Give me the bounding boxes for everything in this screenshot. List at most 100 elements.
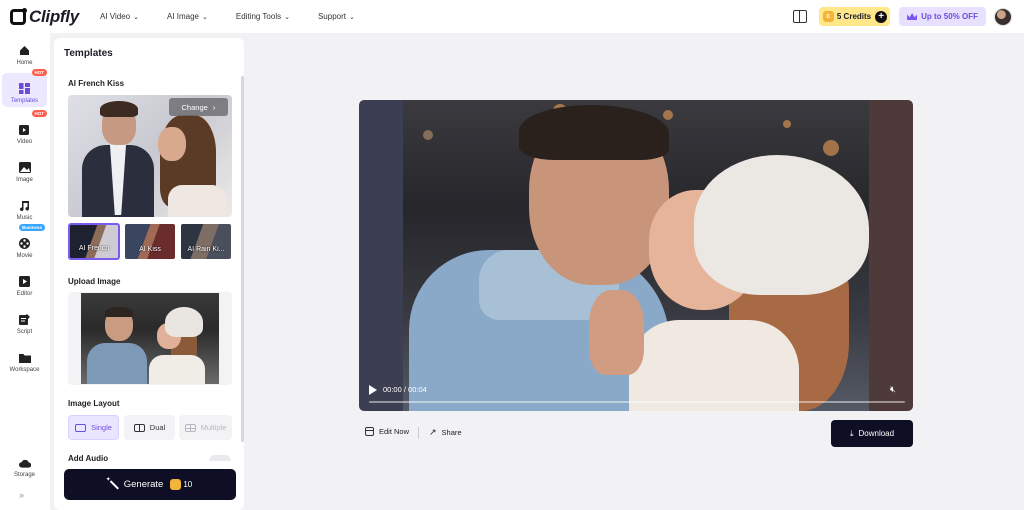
sidebar-item-templates[interactable]: HOT Templates [2,69,47,107]
template-name: AI French Kiss [68,79,125,88]
generate-cost: 10 [183,480,193,489]
script-icon [19,314,31,325]
coin-icon [170,479,182,490]
video-time: 00:00 / 00:04 [383,385,427,394]
sidebar-item-music[interactable]: Music [2,190,47,224]
top-bar: Clipfly AI Video ⌄ AI Image ⌄ Editing Tool… [0,0,1024,33]
download-icon: ⤓ [849,428,854,438]
edit-now-label: Edit Now [379,427,410,436]
change-label: Change [181,102,208,112]
video-progress-bar[interactable] [369,401,905,403]
sidebar-item-storage[interactable]: Storage [2,447,47,481]
collapse-sidebar-icon[interactable]: » [19,490,24,500]
add-audio-toggle[interactable] [209,455,231,461]
nav-label: AI Video [100,12,131,21]
layout-dual-option[interactable]: Dual [124,415,175,440]
crown-icon [907,13,918,20]
gift-icon[interactable] [792,10,807,23]
nav-editing-tools[interactable]: Editing Tools ⌄ [236,12,290,21]
share-button[interactable]: ↗ Share [429,427,462,438]
panel-scrollbar[interactable] [241,76,244,442]
sidebar-item-label: Movie [16,253,33,259]
promo-button[interactable]: Up to 50% OFF [899,7,986,26]
editor-icon [19,276,31,287]
sidebar-item-label: Editor [16,291,33,297]
download-label: Download [858,429,895,438]
add-audio-label: Add Audio [68,455,109,461]
image-icon [18,162,31,173]
add-credits-button[interactable]: + [875,10,888,23]
nav-support[interactable]: Support ⌄ [318,12,355,21]
uploaded-image[interactable] [81,293,219,384]
sidebar-item-label: Script [16,329,33,335]
action-divider [418,427,419,439]
sidebar-item-workspace[interactable]: Workspace [2,342,47,376]
play-icon[interactable] [369,385,377,395]
layout-multiple-option[interactable]: Multiple [179,415,232,440]
thumb-label: AI French [78,245,110,252]
nav-ai-video[interactable]: AI Video ⌄ [100,12,139,21]
video-player[interactable]: 00:00 / 00:04 🔇︎ [359,100,913,411]
folder-icon [18,352,31,363]
nav-label: AI Image [166,12,199,21]
template-thumb-ai-kiss[interactable]: AI Kiss [124,223,176,260]
template-thumb-ai-french[interactable]: AI French [68,223,120,260]
generate-button[interactable]: Generate 10 [64,469,236,500]
thumb-label: AI Kiss [139,246,161,253]
sidebar-item-label: Templates [10,98,39,104]
sidebar-item-label: Workspace [9,367,40,373]
clipfly-logo[interactable]: Clipfly [10,7,88,27]
layout-option-label: Single [91,423,112,432]
sidebar-item-label: Home [16,60,33,66]
nav-label: Support [317,12,346,21]
cloud-icon [18,457,31,468]
share-label: Share [441,428,462,437]
movie-icon [19,238,31,249]
hot-badge: HOT [31,69,47,76]
layout-single-option[interactable]: Single [68,415,119,440]
sidebar-item-label: Storage [13,472,35,478]
hot-badge: HOT [31,110,47,117]
download-button[interactable]: ⤓ Download [831,420,913,447]
chevron-down-icon: ⌄ [133,13,139,21]
credits-badge[interactable]: c 5 Credits + [818,7,891,26]
dual-layout-icon [133,423,145,432]
top-right-actions: c 5 Credits + Up to 50% OFF [792,0,1024,33]
change-template-button[interactable]: Change › [169,98,228,116]
logo-mark-icon [10,7,27,25]
templates-icon [19,83,31,94]
edit-now-button[interactable]: Edit Now [365,427,409,436]
coin-icon: c [822,11,834,22]
home-icon [19,45,31,56]
edit-calendar-icon [365,427,374,436]
sidebar-item-editor[interactable]: Editor [2,266,47,300]
sidebar-item-video[interactable]: HOT Video [2,110,47,148]
template-thumb-ai-rain-kiss[interactable]: AI Rain Ki... [180,223,232,260]
avatar[interactable] [994,7,1012,26]
video-icon [18,124,31,135]
generate-label: Generate [123,479,164,490]
sidebar-item-label: Music [16,215,33,221]
sidebar-item-home[interactable]: Home [2,35,47,69]
main-nav: AI Video ⌄ AI Image ⌄ Editing Tools ⌄ Suppo… [100,12,383,21]
business-badge: Business [18,224,45,231]
promo-label: Up to 50% OFF [921,12,978,21]
layout-option-label: Multiple [200,423,227,432]
single-layout-icon [75,423,87,432]
thumb-label: AI Rain Ki... [187,246,225,253]
share-icon: ↗ [429,427,437,437]
nav-ai-image[interactable]: AI Image ⌄ [167,12,208,21]
sidebar-item-movie[interactable]: Business Movie [2,224,47,262]
magic-wand-icon [106,476,118,490]
chevron-right-icon: › [212,102,216,112]
chevron-down-icon: ⌄ [349,13,355,21]
layout-option-label: Dual [149,423,166,432]
sidebar-item-image[interactable]: Image [2,152,47,186]
mute-icon[interactable]: 🔇︎ [890,384,896,395]
chevron-down-icon: ⌄ [284,13,290,21]
sidebar-item-script[interactable]: Script [2,304,47,338]
preview-figure-man [82,101,154,217]
panel-title: Templates [64,48,113,59]
nav-label: Editing Tools [235,12,282,21]
uploaded-figure-woman [141,303,211,384]
